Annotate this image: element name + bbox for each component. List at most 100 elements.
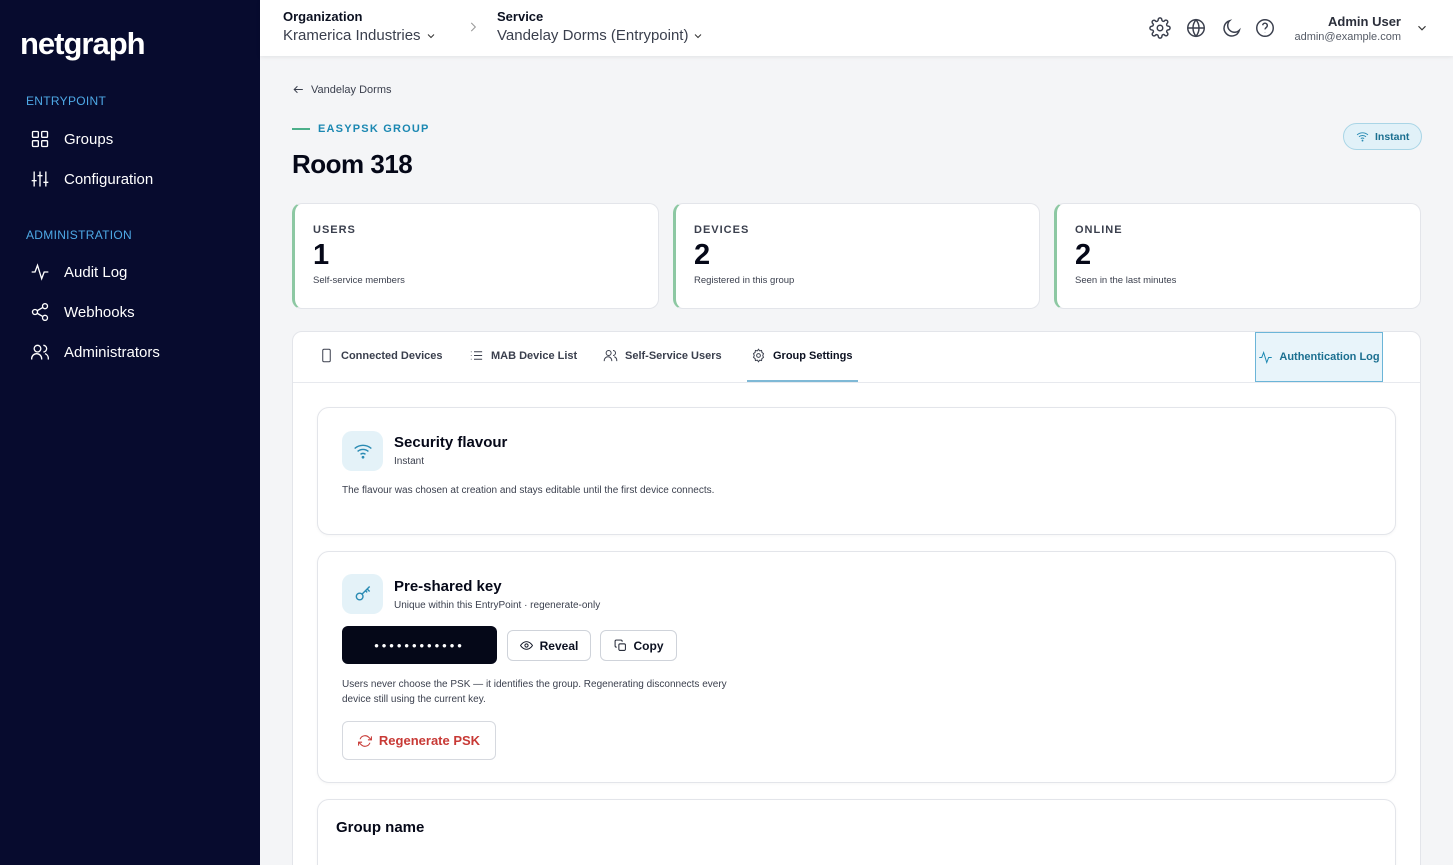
chevron-down-icon[interactable] <box>1415 21 1429 35</box>
card-icon <box>342 574 383 614</box>
tab-label: Connected Devices <box>341 349 443 362</box>
page-eyebrow: EASYPSK GROUP <box>292 123 430 135</box>
card-description: Users never choose the PSK — it identifi… <box>342 679 727 705</box>
sidebar-item-audit-log[interactable]: Audit Log <box>30 262 127 282</box>
card-title: Group name <box>336 819 425 836</box>
eye-icon <box>519 641 533 650</box>
stat-value: 2 <box>1075 239 1092 271</box>
eyebrow-line <box>292 128 310 130</box>
stat-value: 2 <box>694 239 711 271</box>
stat-subtext: Seen in the last minutes <box>1075 275 1177 286</box>
user-email: admin@example.com <box>1294 31 1401 43</box>
activity-icon <box>31 263 49 281</box>
service-label: Service <box>497 9 544 24</box>
authentication-log-label: Authentication Log <box>1279 351 1380 363</box>
top-header: Organization Kramerica Industries Servic… <box>260 0 1453 56</box>
card-title: Pre-shared key <box>394 578 502 595</box>
sidebar-item-label: Configuration <box>64 170 154 188</box>
sidebar-item-administrators[interactable]: Administrators <box>30 342 160 362</box>
tab-bar: Connected Devices MAB Device List Self-S… <box>293 332 1420 383</box>
sidebar-item-label: Administrators <box>64 343 160 361</box>
stat-label: ONLINE <box>1075 224 1123 236</box>
tab-mab-device-list[interactable]: MAB Device List <box>469 348 577 363</box>
stat-subtext: Registered in this group <box>694 275 795 286</box>
sidebar-section-administration: ADMINISTRATION <box>26 228 132 242</box>
active-tab-indicator <box>747 380 858 382</box>
group-name-card: Group name <box>317 799 1396 865</box>
card-description: The flavour was chosen at creation and s… <box>342 485 715 496</box>
sliders-icon <box>31 171 49 187</box>
regenerate-psk-label: Regenerate PSK <box>378 733 481 748</box>
organization-value: Kramerica Industries <box>283 27 421 44</box>
tab-label: Self-Service Users <box>625 349 722 362</box>
activity-icon <box>1259 350 1273 364</box>
security-flavour-card: Security flavour Instant The flavour was… <box>317 407 1396 535</box>
reveal-label: Reveal <box>539 638 579 653</box>
psk-masked-value: •••••••••••• <box>342 626 497 664</box>
arrow-left-icon <box>293 85 303 94</box>
sidebar-item-configuration[interactable]: Configuration <box>30 169 153 189</box>
moon-icon[interactable] <box>1221 17 1243 39</box>
service-select[interactable]: Vandelay Dorms (Entrypoint) <box>497 27 704 44</box>
wifi-icon <box>353 444 372 459</box>
list-icon <box>470 351 483 360</box>
help-icon[interactable] <box>1254 17 1276 39</box>
gear-icon[interactable] <box>1149 17 1171 39</box>
regenerate-psk-button[interactable]: Regenerate PSK <box>342 721 496 760</box>
users-icon <box>31 344 49 360</box>
logo: netgraph <box>20 26 146 61</box>
grid-icon <box>31 130 49 148</box>
service-switcher[interactable]: Service Vandelay Dorms (Entrypoint) <box>497 9 704 44</box>
stat-online: ONLINE 2 Seen in the last minutes <box>1054 203 1421 309</box>
card-icon <box>342 431 383 471</box>
tab-self-service-users[interactable]: Self-Service Users <box>603 348 722 363</box>
back-link-label: Vandelay Dorms <box>311 83 392 96</box>
stat-label: DEVICES <box>694 224 750 236</box>
stat-value: 1 <box>313 239 330 271</box>
key-icon <box>355 585 370 601</box>
users-icon <box>603 350 618 362</box>
stat-subtext: Self-service members <box>313 275 405 286</box>
share-icon <box>31 303 49 321</box>
wifi-icon <box>1356 132 1369 142</box>
stat-label: USERS <box>313 224 356 236</box>
reveal-button[interactable]: Reveal <box>507 630 591 661</box>
stat-users: USERS 1 Self-service members <box>292 203 659 309</box>
status-badge: Instant <box>1343 123 1423 150</box>
card-subtitle: Instant <box>394 456 425 467</box>
copy-icon <box>614 639 626 651</box>
eyebrow-label: EASYPSK GROUP <box>318 123 430 135</box>
sidebar-section-entrypoint: ENTRYPOINT <box>26 94 107 108</box>
gear-icon <box>752 348 765 363</box>
sidebar-item-label: Audit Log <box>64 263 128 281</box>
sidebar-item-label: Webhooks <box>64 303 135 321</box>
user-name[interactable]: Admin User <box>1328 14 1401 29</box>
stat-devices: DEVICES 2 Registered in this group <box>673 203 1040 309</box>
pre-shared-key-card: Pre-shared key Unique within this EntryP… <box>317 551 1396 783</box>
copy-button[interactable]: Copy <box>600 630 677 661</box>
authentication-log-button[interactable]: Authentication Log <box>1255 332 1383 382</box>
chevron-down-icon <box>427 33 434 38</box>
tab-group-settings[interactable]: Group Settings <box>751 348 852 363</box>
sidebar-item-webhooks[interactable]: Webhooks <box>30 302 135 322</box>
tab-connected-devices[interactable]: Connected Devices <box>319 348 442 363</box>
service-value: Vandelay Dorms (Entrypoint) <box>497 27 689 44</box>
sidebar-item-label: Groups <box>64 130 114 148</box>
phone-icon <box>322 348 331 363</box>
card-subtitle: Unique within this EntryPoint · regenera… <box>394 600 601 611</box>
card-title: Security flavour <box>394 434 508 451</box>
globe-icon[interactable] <box>1185 17 1207 39</box>
page-title: Room 318 <box>292 149 413 179</box>
tab-label: MAB Device List <box>491 349 578 362</box>
organization-select[interactable]: Kramerica Industries <box>283 27 437 44</box>
sidebar: netgraph ENTRYPOINT Groups Configuration… <box>0 0 260 865</box>
organization-switcher[interactable]: Organization Kramerica Industries <box>283 9 437 44</box>
chevron-down-icon <box>695 33 702 38</box>
tab-label: Group Settings <box>773 349 853 362</box>
badge-label: Instant <box>1375 130 1410 143</box>
chevron-right-icon <box>470 22 477 32</box>
organization-label: Organization <box>283 9 363 24</box>
sidebar-item-groups[interactable]: Groups <box>30 129 113 149</box>
back-link[interactable]: Vandelay Dorms <box>292 83 392 96</box>
refresh-icon <box>357 734 372 747</box>
